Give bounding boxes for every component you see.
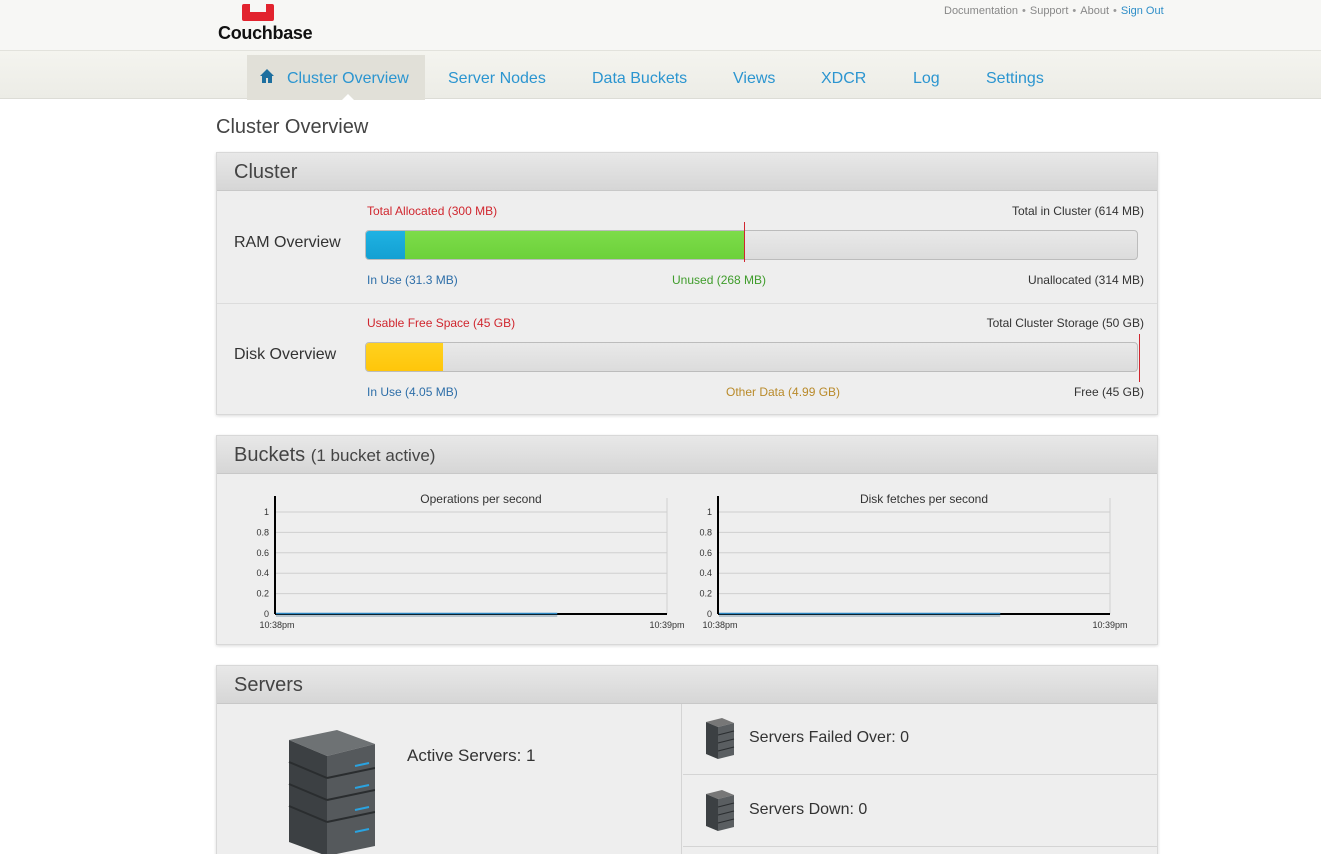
ram-unused-label: Unused (268 MB) (672, 273, 767, 287)
y-tick-label: 0.2 (256, 589, 269, 599)
support-link[interactable]: Support (1030, 5, 1069, 17)
buckets-subtitle: (1 bucket active) (310, 446, 436, 465)
ram-overview-label: RAM Overview (234, 234, 341, 251)
tab-views[interactable]: Views (733, 55, 775, 100)
y-tick-label: 0.8 (256, 527, 269, 537)
ram-in-use-label: In Use (31.3 MB) (367, 273, 458, 287)
active-tab-pointer (341, 94, 355, 101)
y-tick-label: 0 (707, 609, 712, 619)
ram-allocation-marker (743, 222, 745, 262)
tab-label: Cluster Overview (287, 70, 409, 87)
ram-unallocated-label: Unallocated (314 MB) (1027, 273, 1144, 287)
disk-other-data-label: Other Data (4.99 GB) (726, 385, 841, 399)
tab-xdcr[interactable]: XDCR (821, 55, 866, 100)
brand-name: Couchbase (218, 23, 313, 43)
disk-usable-free-label: Usable Free Space (45 GB) (367, 316, 516, 330)
sign-out-link[interactable]: Sign Out (1121, 5, 1164, 17)
separator: • (1072, 5, 1077, 17)
servers-down-row: Servers Down: 0 (683, 776, 1157, 847)
page-title: Cluster Overview (216, 116, 369, 138)
y-tick-label: 1 (264, 507, 269, 517)
y-tick-label: 0.6 (256, 548, 269, 558)
tab-cluster-overview[interactable]: Cluster Overview (247, 55, 425, 101)
main-nav: Cluster Overview Server Nodes Data Bucke… (0, 50, 1321, 101)
cluster-panel-title: Cluster (217, 153, 1157, 191)
disk-usable-marker (1139, 334, 1140, 382)
chart-svg: 1 0.8 0.6 0.4 0.2 0 Disk fetches per second 10:… (699, 492, 1127, 630)
y-tick-label: 0.6 (699, 548, 712, 558)
server-large-icon (288, 730, 375, 854)
servers-down-count: Servers Down: 0 (749, 801, 868, 818)
tab-server-nodes[interactable]: Server Nodes (448, 55, 546, 100)
buckets-title: Buckets (234, 444, 306, 466)
about-link[interactable]: About (1080, 5, 1109, 17)
y-tick-label: 1 (707, 507, 712, 517)
disk-usage-bar (365, 342, 1138, 372)
tab-log[interactable]: Log (913, 55, 940, 100)
x-tick-label: 10:38pm (259, 620, 294, 630)
ram-total-allocated-label: Total Allocated (300 MB) (367, 204, 498, 218)
header: Couchbase Documentation • Support • About • Si… (0, 0, 1321, 50)
servers-panel: Servers Active Servers: 1 Servers Failed (216, 665, 1158, 854)
x-tick-label: 10:38pm (702, 620, 737, 630)
cluster-panel: Cluster Total Allocated (300 MB) Total i… (216, 152, 1158, 415)
ram-unused-segment (405, 231, 744, 259)
chart-title: Disk fetches per second (860, 492, 988, 506)
active-servers-area: Active Servers: 1 (217, 704, 682, 854)
separator: • (1113, 5, 1117, 17)
chart-svg: 1 0.8 0.6 0.4 0.2 0 Operations per second 10:38… (256, 492, 684, 630)
couchbase-logo-icon (242, 4, 274, 21)
servers-failed-over-row: Servers Failed Over: 0 (683, 704, 1157, 775)
documentation-link[interactable]: Documentation (944, 5, 1018, 17)
y-tick-label: 0.4 (256, 568, 269, 578)
buckets-panel: Buckets (1 bucket active) 1 0.8 0.6 0.4 0.2 0… (216, 435, 1158, 645)
operations-per-second-chart: 1 0.8 0.6 0.4 0.2 0 Operations per second 10:38… (253, 492, 703, 642)
ram-in-use-segment (366, 231, 406, 259)
couchbase-logo[interactable]: Couchbase (218, 2, 318, 48)
disk-fetches-per-second-chart: 1 0.8 0.6 0.4 0.2 0 Disk fetches per second 10:… (696, 492, 1146, 642)
x-tick-label: 10:39pm (1092, 620, 1127, 630)
ram-overview-row: Total Allocated (300 MB) Total in Cluste… (217, 192, 1157, 304)
servers-failed-over-count: Servers Failed Over: 0 (749, 729, 910, 746)
active-servers-count: Active Servers: 1 (407, 746, 536, 765)
y-tick-label: 0.8 (699, 527, 712, 537)
y-tick-label: 0 (264, 609, 269, 619)
disk-free-label: Free (45 GB) (1073, 385, 1144, 399)
servers-panel-title: Servers (217, 666, 1157, 704)
disk-total-storage-label: Total Cluster Storage (50 GB) (986, 316, 1144, 330)
top-links: Documentation • Support • About • Sign Out (944, 5, 1164, 17)
server-small-icon (706, 790, 735, 831)
disk-overview-label: Disk Overview (234, 346, 337, 363)
buckets-panel-title: Buckets (1 bucket active) (217, 436, 1157, 474)
home-icon (260, 69, 274, 83)
disk-other-data-segment (366, 343, 444, 371)
chart-title: Operations per second (420, 492, 541, 506)
tab-settings[interactable]: Settings (986, 55, 1044, 100)
disk-in-use-label: In Use (4.05 MB) (367, 385, 458, 399)
ram-total-in-cluster-label: Total in Cluster (614 MB) (1011, 204, 1144, 218)
x-tick-label: 10:39pm (649, 620, 684, 630)
y-tick-label: 0.2 (699, 589, 712, 599)
y-tick-label: 0.4 (699, 568, 712, 578)
tab-data-buckets[interactable]: Data Buckets (592, 55, 687, 100)
ram-usage-bar (365, 230, 1138, 260)
disk-overview-row: Usable Free Space (45 GB) Total Cluster … (217, 303, 1157, 415)
separator: • (1022, 5, 1026, 17)
server-small-icon (706, 718, 735, 759)
